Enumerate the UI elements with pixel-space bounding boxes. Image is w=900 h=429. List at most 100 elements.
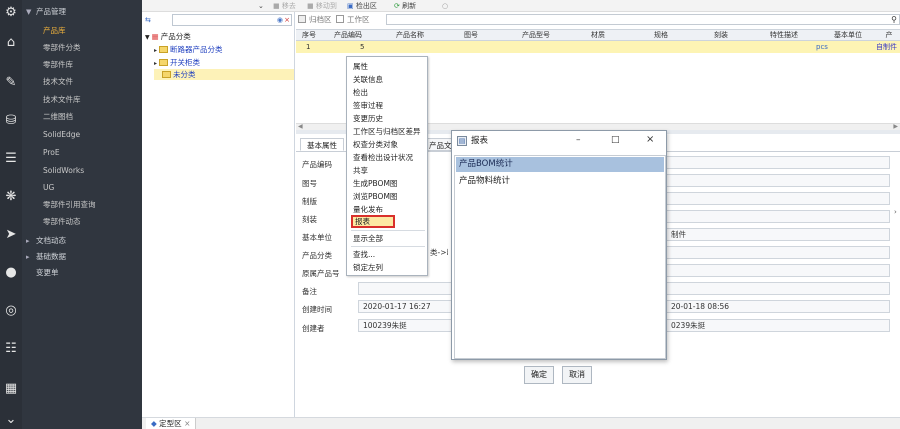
report-app-icon: ▤ xyxy=(457,136,467,146)
col-source[interactable]: 产 xyxy=(880,30,898,41)
ctx-find[interactable]: 查找... xyxy=(351,248,425,261)
nav-item-part-category[interactable]: 零部件分类 xyxy=(22,39,142,56)
chevron-down-icon[interactable]: ⌄ xyxy=(2,413,20,426)
ctx-properties[interactable]: 属性 xyxy=(351,60,425,73)
col-spec[interactable]: 规格 xyxy=(646,30,676,41)
loading-spinner-icon[interactable]: ❋ xyxy=(2,188,20,206)
move-to-button[interactable]: ■ 移动到 xyxy=(307,0,337,12)
gear-search-icon[interactable]: ⚙ xyxy=(2,4,20,22)
right-field-6[interactable] xyxy=(666,246,890,259)
clear-icon[interactable]: × xyxy=(284,16,290,25)
tab-finalized-area[interactable]: ◆ 定型区 × xyxy=(146,418,197,429)
nav-group-product[interactable]: ▼ 产品管理 xyxy=(22,3,142,20)
ok-button[interactable]: 确定 xyxy=(524,366,554,384)
calendar-icon[interactable]: ▦ xyxy=(2,380,20,398)
nav-group-doc-activity[interactable]: ▸ 文档动态 xyxy=(22,232,142,249)
nav-item-part-reference[interactable]: 零部件引用查询 xyxy=(22,196,142,213)
search-icon[interactable]: ⚲ xyxy=(891,15,897,24)
archive-checkbox[interactable] xyxy=(298,15,306,23)
table-row[interactable]: 1 5 pcs 自制件 xyxy=(296,41,900,53)
collapse-chevron-icon[interactable]: ⌄ xyxy=(258,0,264,12)
right-field-7[interactable] xyxy=(666,264,890,277)
more-icon[interactable]: ○ xyxy=(442,0,448,12)
report-item-material[interactable]: 产品物料统计 xyxy=(456,174,664,189)
tree-toggle-icon[interactable]: ▸ xyxy=(154,47,157,54)
col-code[interactable]: 产品编码 xyxy=(326,30,370,41)
right-field-4[interactable] xyxy=(666,210,890,223)
nav-item-2d-drawing[interactable]: 二维图档 xyxy=(22,108,142,125)
ctx-report[interactable]: 报表 xyxy=(351,215,395,228)
dialog-title-bar[interactable]: ▤ 报表 – □ × xyxy=(452,131,666,153)
tree-search-input[interactable]: ◉ × xyxy=(172,14,292,26)
ctx-category-objects[interactable]: 权查分类对象 xyxy=(351,138,425,151)
nav-item-ug[interactable]: UG xyxy=(22,179,142,196)
col-unit[interactable]: 基本单位 xyxy=(828,30,868,41)
cancel-button[interactable]: 取消 xyxy=(562,366,592,384)
right-field-2[interactable] xyxy=(666,174,890,187)
database-settings-icon[interactable]: ⛁ xyxy=(2,112,20,130)
workspace-checkbox[interactable] xyxy=(336,15,344,23)
ctx-show-all[interactable]: 显示全部 xyxy=(351,232,425,245)
checkout-area-button[interactable]: ▣ 检出区 xyxy=(347,0,377,12)
nav-item-tech-file[interactable]: 技术文件 xyxy=(22,73,142,90)
nav-group-change-order[interactable]: 变更单 xyxy=(22,264,142,281)
nav-item-part-activity[interactable]: 零部件动态 xyxy=(22,213,142,230)
right-field-1[interactable] xyxy=(666,156,890,169)
minimize-icon[interactable]: – xyxy=(576,134,581,146)
nav-item-solidworks[interactable]: SolidWorks xyxy=(22,162,142,179)
tree-item-switchgear[interactable]: ▸ 开关柜类 xyxy=(154,57,200,68)
tab-basic-properties[interactable]: 基本属性 xyxy=(300,138,344,151)
ctx-browse-pbom[interactable]: 浏览PBOM图 xyxy=(351,190,425,203)
ctx-change-history[interactable]: 变更历史 xyxy=(351,112,425,125)
nav-item-solidedge[interactable]: SolidEdge xyxy=(22,126,142,143)
home-icon[interactable]: ⌂ xyxy=(2,34,20,52)
tab-close-icon[interactable]: × xyxy=(184,419,190,428)
col-description[interactable]: 特性描述 xyxy=(764,30,804,41)
ctx-share[interactable]: 共享 xyxy=(351,164,425,177)
refresh-button[interactable]: ⟳ 刷新 xyxy=(394,0,416,12)
col-seq[interactable]: 序号 xyxy=(300,30,318,41)
col-model[interactable]: 产品型号 xyxy=(514,30,558,41)
right-field-3[interactable] xyxy=(666,192,890,205)
ctx-workspace-diff[interactable]: 工作区与归档区差异 xyxy=(351,125,425,138)
location-icon[interactable]: ◎ xyxy=(2,302,20,320)
scroll-right-icon[interactable]: ▶ xyxy=(893,123,898,130)
nav-item-product-library[interactable]: 产品库 xyxy=(22,22,142,39)
ctx-approval-process[interactable]: 签审过程 xyxy=(351,99,425,112)
report-item-bom[interactable]: 产品BOM统计 xyxy=(456,157,664,172)
scroll-arrow-icon[interactable]: › xyxy=(894,208,897,216)
ctx-lock-left-column[interactable]: 锁定左列 xyxy=(351,261,425,274)
nav-item-part-library[interactable]: 零部件库 xyxy=(22,56,142,73)
tree-toggle-icon[interactable]: ▸ xyxy=(154,60,157,67)
label-created-time: 创建时间 xyxy=(302,305,332,314)
tree-item-breaker[interactable]: ▸ 断路器产品分类 xyxy=(154,44,223,55)
tree-item-uncategorized[interactable]: 未分类 xyxy=(154,69,294,80)
tree-toggle-icon[interactable]: ▼ xyxy=(145,34,150,41)
ctx-related-info[interactable]: 关联信息 xyxy=(351,73,425,86)
book-icon[interactable]: ☷ xyxy=(2,340,20,358)
col-material[interactable]: 材质 xyxy=(583,30,613,41)
close-icon[interactable]: × xyxy=(646,134,654,146)
tree-options-icon[interactable]: ⇆ xyxy=(145,15,151,25)
col-drawing-no[interactable]: 图号 xyxy=(456,30,486,41)
nav-group-base-data[interactable]: ▸ 基础数据 xyxy=(22,248,142,265)
chat-icon[interactable]: ● xyxy=(2,264,20,282)
nav-item-proe[interactable]: ProE xyxy=(22,144,142,161)
col-name[interactable]: 产品名称 xyxy=(388,30,432,41)
move-out-button[interactable]: ■ 移去 xyxy=(273,0,296,12)
ctx-generate-pbom[interactable]: 生成PBOM图 xyxy=(351,177,425,190)
edit-icon[interactable]: ✎ xyxy=(2,74,20,92)
ctx-checkout-status[interactable]: 查看检出设计状况 xyxy=(351,151,425,164)
folder-icon xyxy=(162,71,171,78)
part-type-field[interactable]: 制件 xyxy=(666,228,890,241)
database-icon[interactable]: ☰ xyxy=(2,150,20,168)
maximize-icon[interactable]: □ xyxy=(611,134,620,146)
send-icon[interactable]: ➤ xyxy=(2,226,20,244)
tree-root[interactable]: ▼ ▦ 产品分类 xyxy=(145,31,191,42)
scroll-left-icon[interactable]: ◀ xyxy=(298,123,303,130)
col-engraving[interactable]: 刻装 xyxy=(706,30,736,41)
search-option-icon[interactable]: ◉ xyxy=(277,16,283,25)
ctx-checkout[interactable]: 检出 xyxy=(351,86,425,99)
grid-search-input[interactable]: ⚲ xyxy=(386,14,900,25)
nav-item-tech-file-library[interactable]: 技术文件库 xyxy=(22,91,142,108)
